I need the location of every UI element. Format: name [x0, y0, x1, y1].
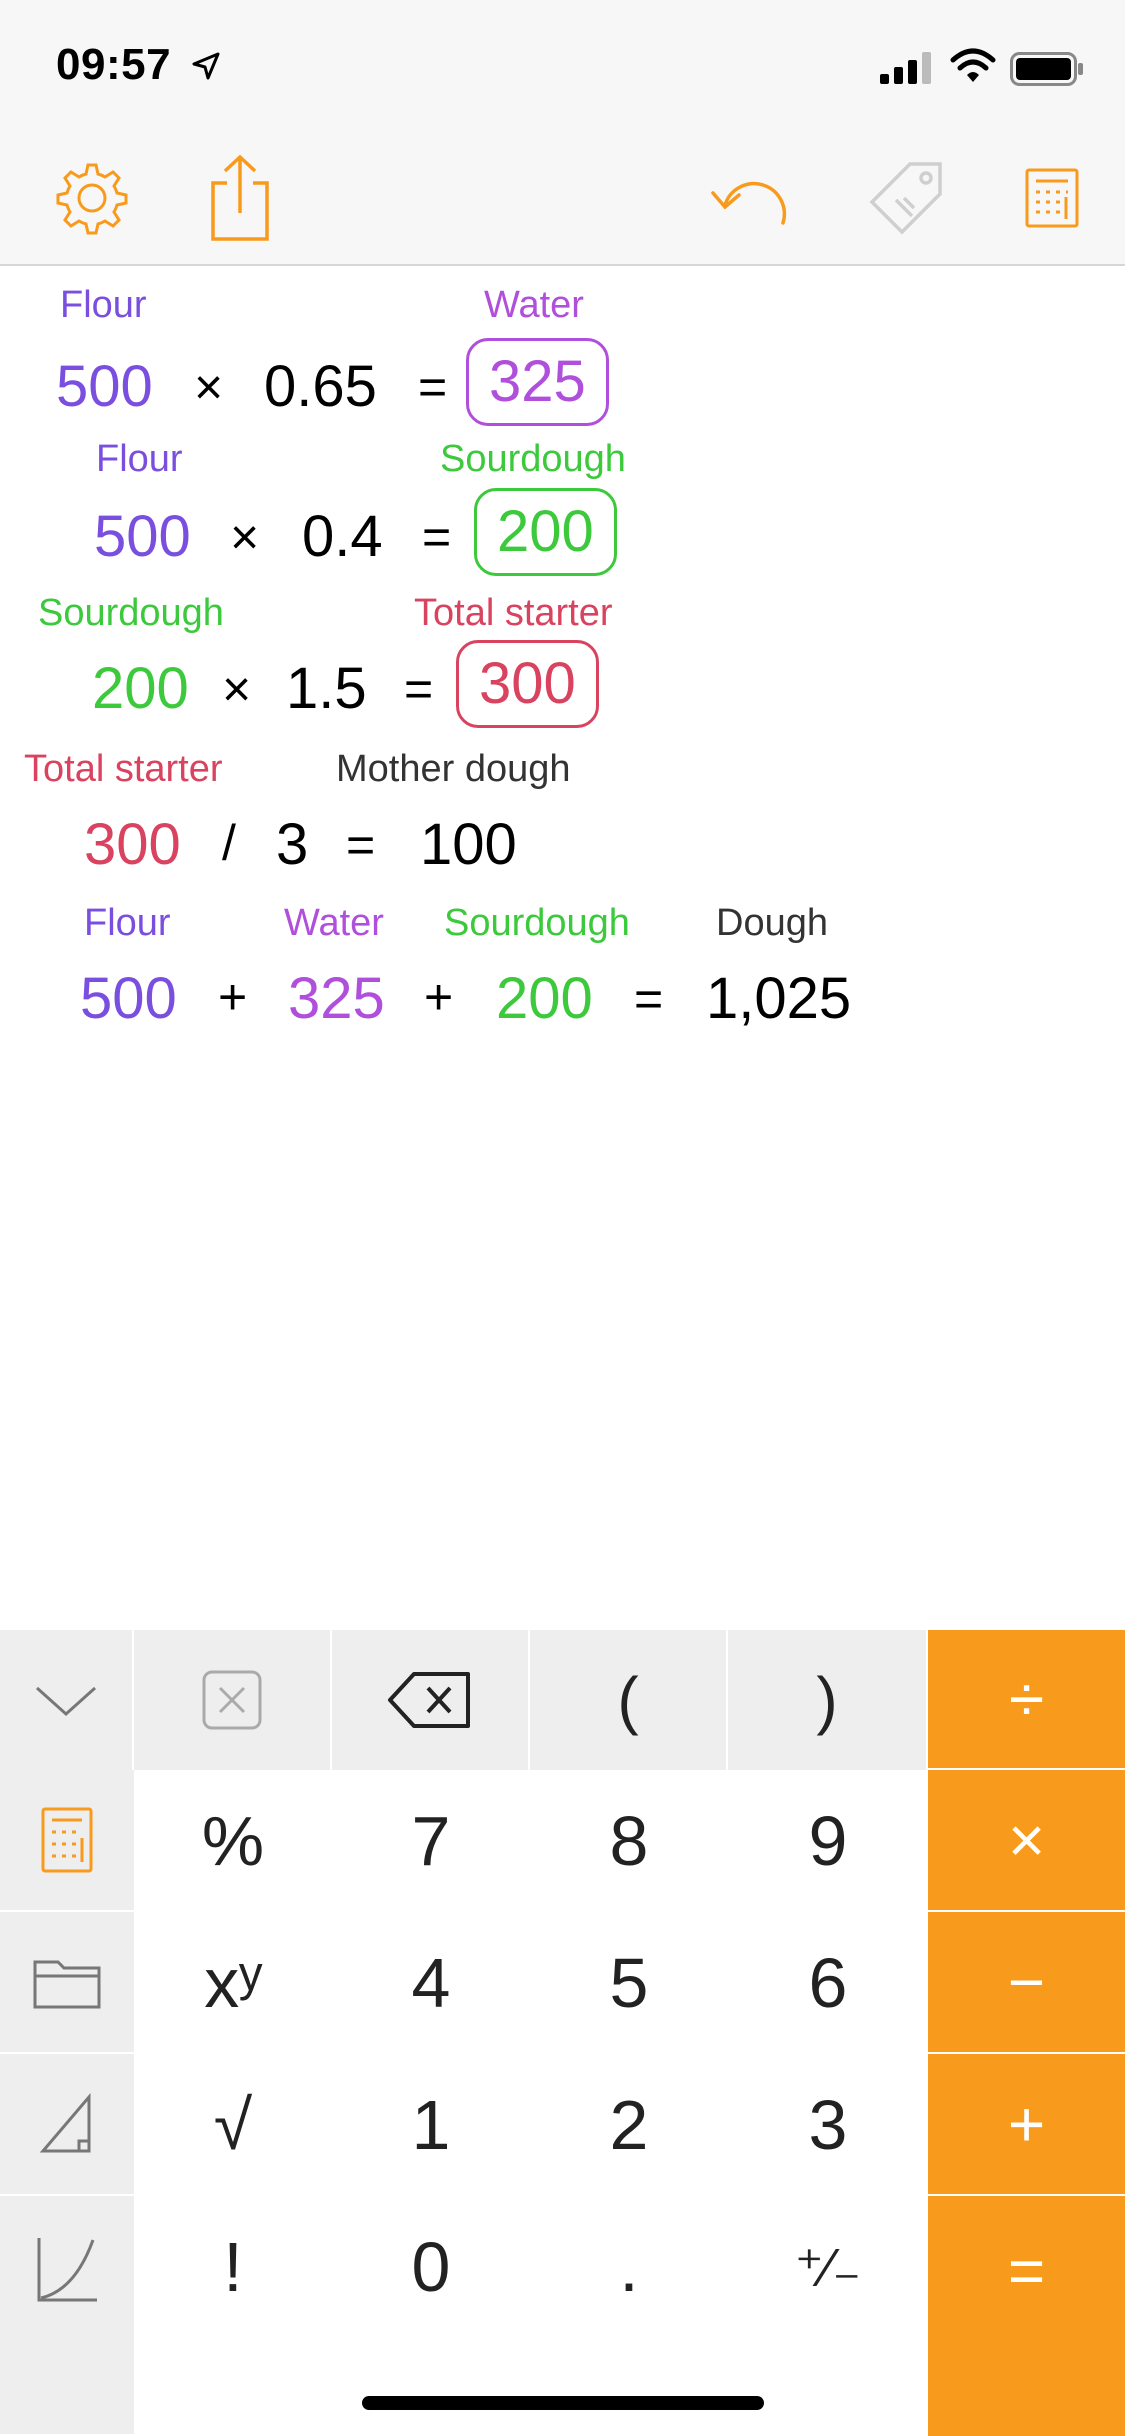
key-2[interactable]: 2: [530, 2054, 728, 2196]
line2-a-value[interactable]: 500: [94, 508, 191, 566]
line4-a-value[interactable]: 300: [84, 816, 181, 874]
line5-a-value[interactable]: 500: [80, 970, 177, 1028]
settings-button[interactable]: [46, 152, 138, 244]
toolbar: [0, 132, 1125, 266]
calculation-sheet[interactable]: Flour 500 × 0.65 = Water 325 Flour 500 ×…: [0, 266, 1125, 1630]
files-button[interactable]: [0, 1912, 134, 2054]
line1-a-label: Flour: [60, 284, 147, 326]
chevron-down-icon: [35, 1686, 97, 1717]
decimal-button[interactable]: .: [530, 2196, 728, 2338]
factorial-button[interactable]: !: [134, 2196, 332, 2338]
key-0[interactable]: 0: [332, 2196, 530, 2338]
multiply-button[interactable]: ×: [928, 1770, 1125, 1912]
undo-button[interactable]: [704, 152, 796, 244]
backspace-icon: [388, 1672, 470, 1728]
undo-icon: [711, 181, 787, 225]
line4-a-label: Total starter: [24, 748, 223, 790]
home-indicator[interactable]: [362, 2396, 764, 2410]
plus-button[interactable]: +: [928, 2054, 1125, 2196]
line3-b-value[interactable]: 1.5: [286, 660, 367, 718]
calculator-icon: [1025, 168, 1079, 228]
gear-icon: [56, 163, 128, 235]
line5-operator-2: +: [424, 969, 454, 1025]
key-6[interactable]: 6: [728, 1912, 928, 2054]
divide-button[interactable]: ÷: [928, 1630, 1125, 1770]
line5-b-value[interactable]: 325: [288, 970, 385, 1028]
geometry-button[interactable]: [0, 2054, 134, 2196]
status-bar: 09:57: [0, 0, 1125, 132]
line2-result-value[interactable]: 200: [474, 488, 617, 576]
line3-result-label: Total starter: [414, 592, 613, 634]
sign-toggle-button[interactable]: ⁺⁄₋: [728, 2196, 928, 2338]
line5-result-value[interactable]: 1,025: [706, 970, 851, 1028]
line3-a-label: Sourdough: [38, 592, 224, 634]
line1-b-value[interactable]: 0.65: [264, 358, 377, 416]
line1-result-value[interactable]: 325: [466, 338, 609, 426]
calculator-icon: [41, 1807, 93, 1873]
line1-operator: ×: [194, 359, 224, 415]
calculator-mode-button[interactable]: [0, 1770, 134, 1912]
line3-operator: ×: [222, 661, 252, 717]
line3-result-value[interactable]: 300: [456, 640, 599, 728]
line4-result-value[interactable]: 100: [420, 816, 517, 874]
line5-result-label: Dough: [716, 902, 828, 944]
graph-icon: [37, 2238, 97, 2302]
line5-a-label: Flour: [84, 902, 171, 944]
backspace-button[interactable]: [332, 1630, 530, 1770]
line4-b-value[interactable]: 3: [276, 816, 308, 874]
key-5[interactable]: 5: [530, 1912, 728, 2054]
line3-equals: =: [404, 661, 434, 717]
line3-a-value[interactable]: 200: [92, 660, 189, 718]
key-8[interactable]: 8: [530, 1770, 728, 1912]
key-7[interactable]: 7: [332, 1770, 530, 1912]
sqrt-button[interactable]: √: [134, 2054, 332, 2196]
line2-result-label: Sourdough: [440, 438, 626, 480]
equals-button[interactable]: =: [928, 2196, 1125, 2436]
line5-equals: =: [634, 971, 664, 1027]
line4-result-label: Mother dough: [336, 748, 571, 790]
folder-icon: [33, 1960, 101, 2009]
clear-icon: [202, 1670, 262, 1730]
percent-button[interactable]: %: [134, 1770, 332, 1912]
battery-icon: [1010, 52, 1083, 86]
status-time: 09:57: [56, 40, 172, 89]
line1-a-value[interactable]: 500: [56, 358, 153, 416]
line4-operator: /: [222, 815, 236, 871]
share-icon: [211, 154, 269, 241]
line5-c-label: Sourdough: [444, 902, 630, 944]
line2-a-label: Flour: [96, 438, 183, 480]
minus-button[interactable]: −: [928, 1912, 1125, 2054]
open-paren-button[interactable]: (: [530, 1630, 728, 1770]
line1-equals: =: [418, 359, 448, 415]
cellular-signal-icon: [880, 52, 931, 84]
key-1[interactable]: 1: [332, 2054, 530, 2196]
key-9[interactable]: 9: [728, 1770, 928, 1912]
line5-c-value[interactable]: 200: [496, 970, 593, 1028]
line2-operator: ×: [230, 509, 260, 565]
key-4[interactable]: 4: [332, 1912, 530, 2054]
wifi-icon: [950, 48, 996, 82]
key-3[interactable]: 3: [728, 2054, 928, 2196]
triangle-icon: [39, 2093, 91, 2153]
keypad: ( ) ÷ % 7 8 9 × xʸ 4 5 6 − √ 1 2 3 + ! 0…: [0, 1630, 1125, 2436]
line5-b-label: Water: [284, 902, 384, 944]
calculator-toggle-button[interactable]: [1006, 152, 1098, 244]
line4-equals: =: [346, 817, 376, 873]
line2-b-value[interactable]: 0.4: [302, 508, 383, 566]
line2-equals: =: [422, 509, 452, 565]
graph-button[interactable]: [0, 2196, 134, 2436]
tag-button[interactable]: [860, 152, 952, 244]
clear-button[interactable]: [134, 1630, 332, 1770]
power-button[interactable]: xʸ: [134, 1912, 332, 2054]
line5-operator-1: +: [218, 969, 248, 1025]
share-button[interactable]: [194, 152, 286, 244]
location-arrow-icon: [192, 52, 220, 80]
collapse-keypad-button[interactable]: [0, 1630, 134, 1770]
tag-icon: [869, 162, 942, 235]
line1-result-label: Water: [484, 284, 584, 326]
close-paren-button[interactable]: ): [728, 1630, 928, 1770]
